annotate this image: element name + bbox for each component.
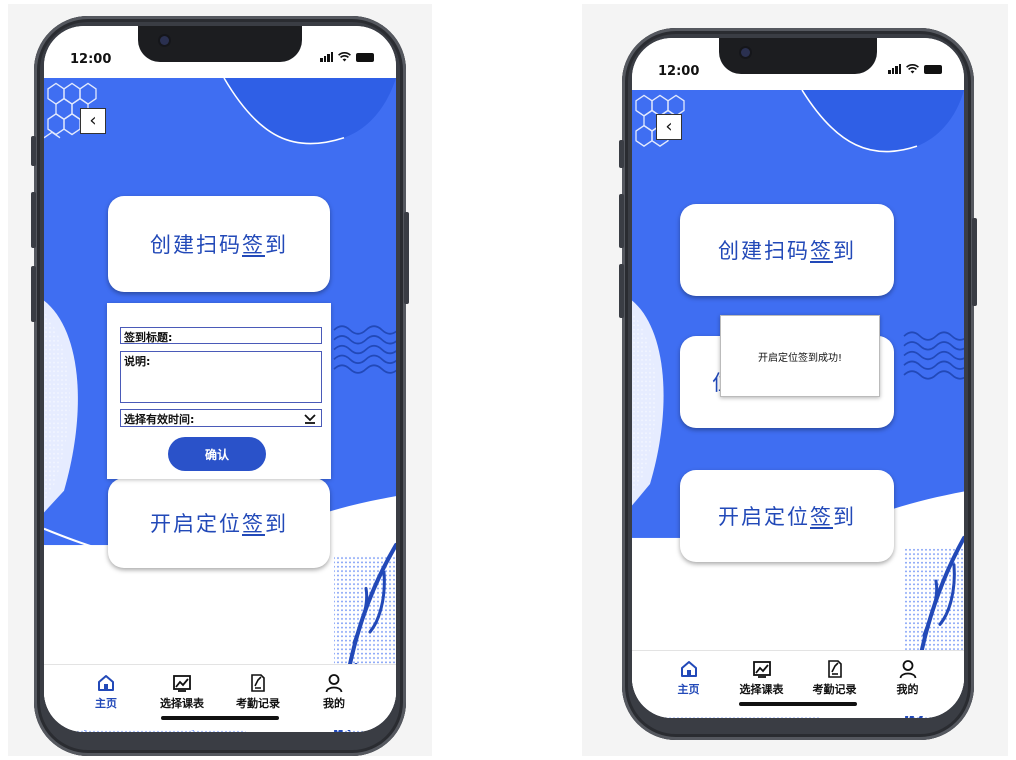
record-icon	[248, 673, 268, 693]
tab-schedule[interactable]: 选择课表	[731, 659, 793, 716]
valid-time-select[interactable]: 选择有效时间:	[120, 409, 322, 427]
signal-icon	[320, 52, 333, 62]
signin-title-input[interactable]: 签到标题:	[120, 327, 322, 344]
phone-screen: 12:00	[44, 26, 396, 732]
left-panel: 12:00 ‹ 创建扫码 签 到 签到标题: 说明: 选择有效时间: 确认 开启…	[8, 4, 432, 756]
chevron-left-icon: ‹	[89, 110, 97, 131]
tab-label: 主页	[677, 683, 700, 696]
bottom-tab-bar: 主页 选择课表 考勤记录 我的	[632, 650, 964, 716]
home-icon	[679, 659, 699, 679]
home-indicator	[161, 716, 279, 720]
back-button[interactable]: ‹	[80, 108, 106, 134]
notch	[719, 38, 877, 74]
tab-label: 考勤记录	[812, 683, 857, 696]
signal-icon	[888, 64, 901, 74]
tab-records[interactable]: 考勤记录	[804, 659, 866, 716]
phone-frame: 12:00	[619, 28, 977, 740]
valid-time-label: 选择有效时间:	[124, 413, 195, 426]
tab-label: 选择课表	[739, 683, 784, 696]
bottom-tab-bar: 主页 选择课表 考勤记录 我的	[44, 664, 396, 730]
card-title-underlined: 签	[810, 239, 833, 263]
tab-schedule[interactable]: 选择课表	[151, 673, 213, 730]
card-title-prefix: 开启定位	[150, 512, 242, 536]
wifi-icon	[338, 52, 351, 62]
right-panel: 12:00 ‹ 创建扫码 签 到 开启定位签到成功! 开启定位 签 到 主页 选…	[582, 4, 1008, 756]
schedule-icon	[172, 673, 192, 693]
schedule-icon	[752, 659, 772, 679]
card-title-suffix: 到	[833, 505, 856, 529]
record-icon	[825, 659, 845, 679]
signin-title-label: 签到标题:	[124, 331, 173, 344]
confirm-button[interactable]: 确认	[168, 437, 266, 471]
tab-profile[interactable]: 我的	[303, 673, 365, 730]
home-indicator	[739, 702, 857, 706]
location-signin-card[interactable]: 开启定位签到	[108, 478, 330, 568]
card-title-underlined: 签	[242, 233, 265, 257]
home-icon	[96, 673, 116, 693]
tab-home[interactable]: 主页	[75, 673, 137, 730]
card-title-suffix: 到	[833, 239, 856, 263]
camera-icon	[741, 48, 750, 57]
phone-frame: 12:00	[31, 16, 409, 756]
tab-records[interactable]: 考勤记录	[227, 673, 289, 730]
camera-icon	[160, 36, 169, 45]
tab-label: 考勤记录	[236, 697, 280, 710]
create-qr-signin-card[interactable]: 创建扫码签到	[108, 196, 330, 292]
tab-label: 我的	[323, 697, 345, 710]
success-toast: 开启定位签到成功!	[720, 315, 880, 397]
user-icon	[324, 673, 344, 693]
tab-profile[interactable]: 我的	[877, 659, 939, 716]
tab-label: 主页	[95, 697, 117, 710]
phone-screen: 12:00	[632, 38, 964, 718]
create-qr-signin-card[interactable]: 创建扫码签到	[680, 204, 894, 296]
back-button[interactable]: ‹	[656, 114, 682, 140]
location-signin-card[interactable]: 开启定位签到	[680, 470, 894, 562]
wifi-icon	[906, 64, 919, 74]
tab-label: 我的	[896, 683, 919, 696]
tab-label: 选择课表	[160, 697, 204, 710]
signin-form-panel: 签到标题: 说明: 选择有效时间: 确认	[107, 303, 331, 479]
toast-message: 开启定位签到成功!	[757, 352, 842, 364]
tab-home[interactable]: 主页	[658, 659, 720, 716]
description-label: 说明:	[124, 355, 151, 368]
card-title-suffix: 到	[265, 512, 288, 536]
chevron-down-icon	[304, 414, 316, 424]
card-title-suffix: 到	[265, 233, 288, 257]
description-textarea[interactable]: 说明:	[120, 351, 322, 403]
battery-icon	[924, 64, 942, 74]
user-icon	[898, 659, 918, 679]
card-title-underlined: 签	[242, 512, 265, 536]
card-title-prefix: 开启定位	[718, 505, 810, 529]
card-title-underlined: 签	[810, 505, 833, 529]
card-title-prefix: 创建扫码	[150, 233, 242, 257]
card-title-prefix: 创建扫码	[718, 239, 810, 263]
battery-icon	[356, 52, 374, 62]
status-time: 12:00	[70, 52, 112, 67]
confirm-label: 确认	[204, 447, 229, 462]
chevron-left-icon: ‹	[665, 116, 673, 137]
status-time: 12:00	[658, 64, 700, 79]
notch	[138, 26, 302, 62]
